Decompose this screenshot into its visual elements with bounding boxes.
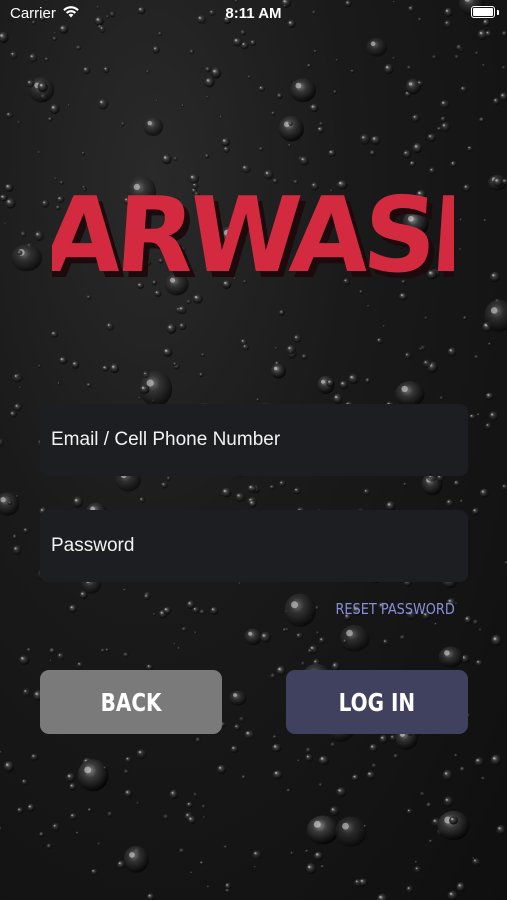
email-field-container[interactable]	[40, 404, 468, 476]
status-time: 8:11 AM	[225, 5, 282, 22]
back-button-label: BACK	[100, 687, 162, 717]
battery-icon	[471, 6, 495, 18]
battery-tip	[497, 10, 499, 15]
carwash-logo: CARWASH CARWASH	[52, 175, 454, 302]
reset-password-link[interactable]: RESET PASSWORD	[336, 600, 455, 618]
carwash-logo-text: CARWASH	[52, 175, 454, 296]
login-button-label: LOG IN	[338, 687, 416, 717]
login-screen: Carrier 8:11 AM CARWASH CARWASH RESET PA…	[0, 0, 507, 900]
password-field-container[interactable]	[40, 510, 468, 582]
email-field[interactable]	[49, 428, 459, 452]
password-field[interactable]	[49, 534, 459, 558]
back-button[interactable]: BACK	[40, 670, 222, 734]
login-button[interactable]: LOG IN	[286, 670, 468, 734]
status-bar: Carrier 8:11 AM	[0, 0, 507, 28]
